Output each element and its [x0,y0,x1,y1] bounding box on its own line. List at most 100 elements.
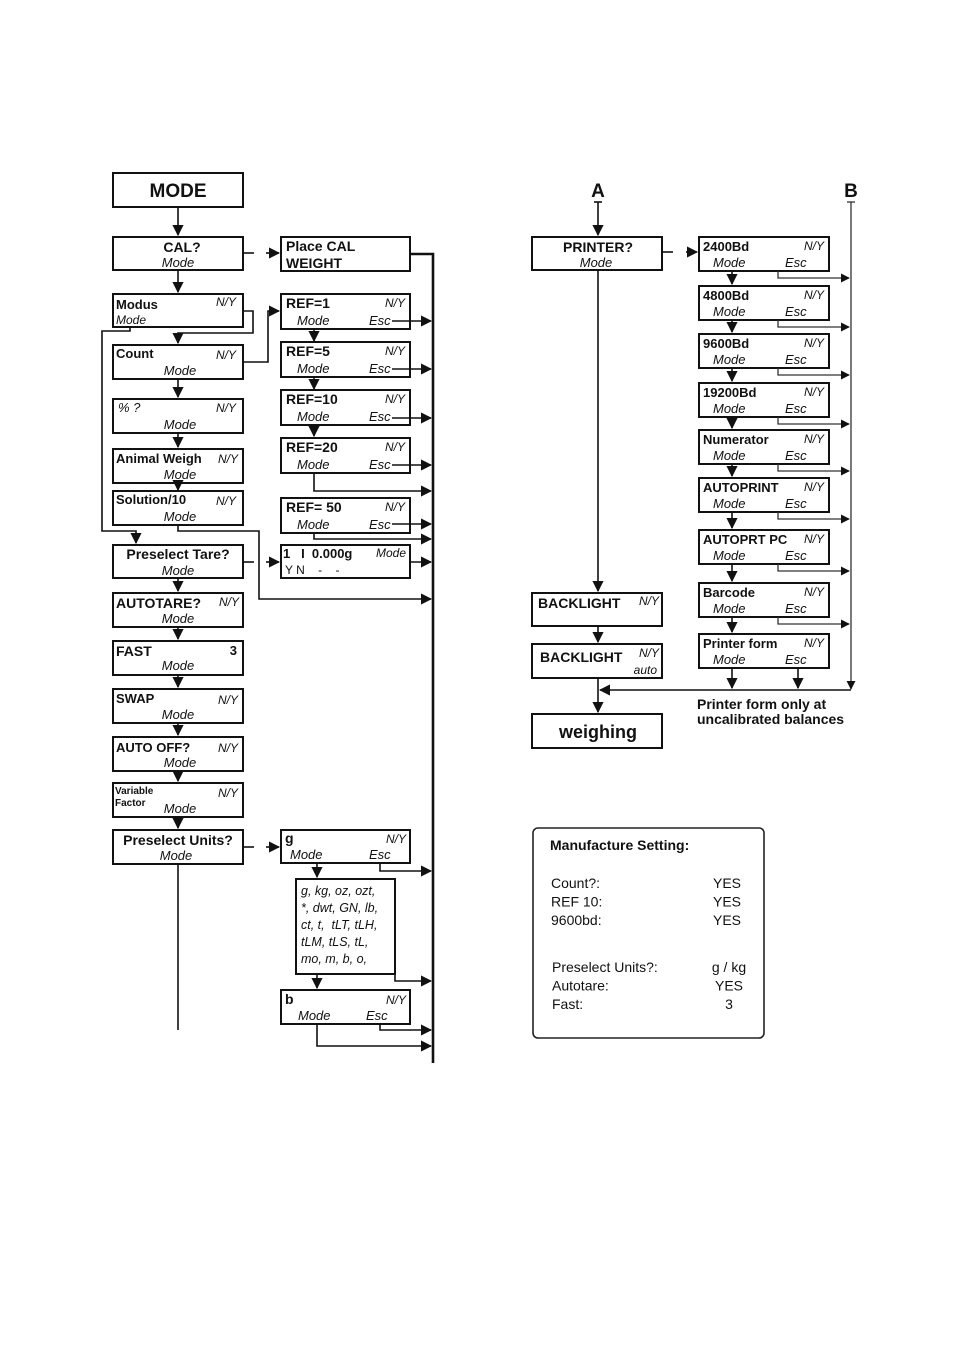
option-title: 19200Bd [703,385,757,400]
cal-box: CAL? Mode [112,236,244,271]
esc-label: Esc [785,255,807,270]
svg-text:Count: Count [116,346,154,361]
setting-value: YES [713,912,741,928]
esc-label: Esc [785,652,807,667]
svg-text:N/Y: N/Y [386,993,407,1007]
esc-label: Esc [785,304,807,319]
svg-text:g: g [285,830,294,846]
count-box: Count N/Y Mode [112,344,244,380]
svg-text:Animal Weigh: Animal Weigh [116,451,202,466]
svg-text:Mode: Mode [164,755,197,770]
svg-text:Mode: Mode [164,467,197,482]
option-choice: N/Y [804,480,825,494]
setting-label: Autotare: [552,978,609,994]
option-choice: N/Y [385,500,406,514]
svg-text:Variable: Variable [115,786,154,797]
option-title: 9600Bd [703,336,749,351]
option-choice: N/Y [804,585,825,599]
unit-list-line: g, kg, oz, ozt, [301,884,375,898]
svg-text:Mode: Mode [376,546,406,560]
option-choice: N/Y [804,432,825,446]
connector-label-b: B [844,181,858,202]
svg-text:Mode: Mode [162,611,195,626]
esc-label: Esc [785,448,807,463]
svg-text:Preselect Units?: Preselect Units? [123,832,233,848]
mode-label: Mode [713,255,746,270]
svg-text:Mode: Mode [162,563,195,578]
manufacture-title: Manufacture Setting: [550,837,689,853]
auto-off-box: AUTO OFF? N/Y Mode [112,736,244,772]
svg-text:FAST: FAST [116,643,152,659]
setting-value: YES [713,894,741,910]
preselect-units-box: Preselect Units? Mode [112,829,244,865]
mode-label: Mode [713,601,746,616]
svg-text:b: b [285,991,294,1007]
option-title: REF=20 [286,439,338,455]
mode-label: Mode [713,401,746,416]
option-title: REF= 50 [286,499,342,515]
mode-label: Mode [297,517,330,532]
esc-label: Esc [369,409,391,424]
percent-box: % ? N/Y Mode [112,398,244,434]
svg-text:Mode: Mode [164,801,197,816]
option-title: Printer form [703,636,777,651]
svg-text:Mode: Mode [160,848,193,863]
svg-text:Mode: Mode [298,1008,331,1023]
printer-option-box: 2400Bd N/Y Mode Esc [698,236,830,272]
setting-value: 3 [725,996,733,1012]
svg-text:Place CAL: Place CAL [286,238,356,254]
svg-text:Mode: Mode [164,509,197,524]
svg-text:Y N - -: Y N - - [285,563,339,577]
esc-label: Esc [785,352,807,367]
mode-label: Mode [297,409,330,424]
setting-value: g / kg [712,959,746,975]
printer-option-box: AUTOPRT PC N/Y Mode Esc [698,529,830,565]
manufacture-setting-panel: Manufacture Setting: Count?: YES REF 10: YE… [532,827,765,1039]
svg-text:Mode: Mode [164,363,197,378]
option-title: REF=1 [286,295,330,311]
svg-text:Mode: Mode [164,417,197,432]
mode-label: Mode [713,448,746,463]
option-title: AUTOPRT PC [703,532,788,547]
printer-options: 2400Bd N/Y Mode Esc 4800Bd N/Y Mode Esc 9600Bd N/… [698,236,850,690]
mode-label: Mode [713,496,746,511]
setting-label: 9600bd: [551,912,602,928]
mode-label: Mode [713,352,746,367]
svg-text:N/Y: N/Y [218,452,239,466]
svg-text:WEIGHT: WEIGHT [286,255,342,271]
svg-text:% ?: % ? [118,400,141,415]
esc-label: Esc [785,548,807,563]
svg-text:SWAP: SWAP [116,691,155,706]
option-choice: N/Y [385,344,406,358]
esc-label: Esc [785,601,807,616]
ref-option-box: REF=1 N/Y Mode Esc [280,293,411,330]
svg-text:N/Y: N/Y [218,693,239,707]
units-list-box: g, kg, oz, ozt, *, dwt, GN, lb, ct, t, t… [295,878,396,975]
unit-g-box: g N/Y Mode Esc [280,829,411,864]
esc-label: Esc [369,313,391,328]
option-title: Barcode [703,585,755,600]
svg-text:N/Y: N/Y [639,594,660,608]
option-choice: N/Y [804,336,825,350]
mode-title: MODE [150,181,207,202]
option-title: 2400Bd [703,239,749,254]
svg-text:auto: auto [634,663,658,677]
svg-text:AUTOTARE?: AUTOTARE? [116,595,201,611]
svg-text:Esc: Esc [366,1008,388,1023]
mode-label: Mode [297,457,330,472]
svg-text:N/Y: N/Y [386,832,407,846]
esc-label: Esc [785,401,807,416]
preselect-tare-box: Preselect Tare? Mode [112,544,244,579]
mode-flowchart: MODE CAL? Mode Place CAL WEIGHT Modus N/… [101,172,858,1063]
svg-text:N/Y: N/Y [218,786,239,800]
svg-text:Solution/10: Solution/10 [116,492,186,507]
svg-text:Esc: Esc [369,847,391,862]
svg-text:AUTO OFF?: AUTO OFF? [116,740,190,755]
backlight-auto-box: BACKLIGHT N/Y auto [531,643,663,679]
svg-text:weighing: weighing [558,722,637,742]
printer-option-box: 4800Bd N/Y Mode Esc [698,285,830,321]
svg-text:N/Y: N/Y [216,401,237,415]
unit-list-line: ct, t, tLT, tLH, [301,918,377,932]
svg-text:Mode: Mode [116,313,146,327]
setting-label: Count?: [551,875,600,891]
